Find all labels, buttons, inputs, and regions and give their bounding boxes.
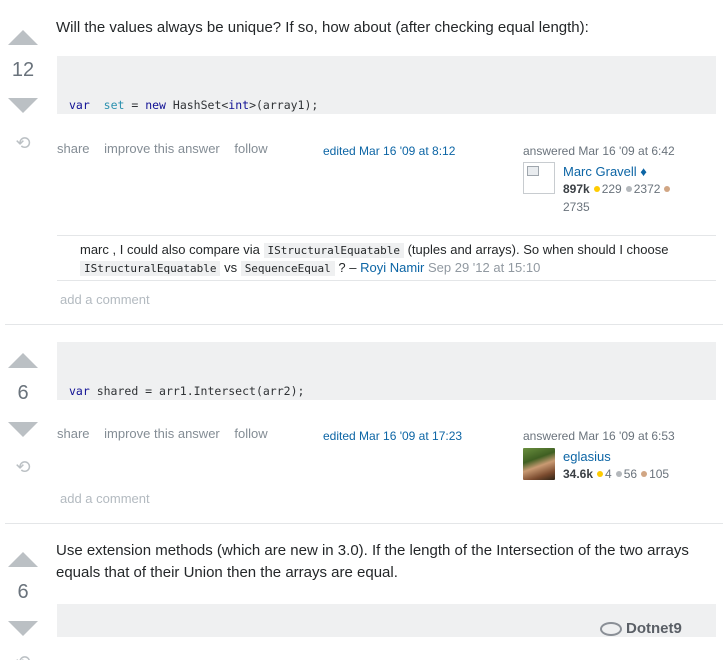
comment: marc , I could also compare via IStructu… xyxy=(80,241,710,277)
code-token: HashSet< xyxy=(165,98,229,112)
downvote-arrow-icon[interactable] xyxy=(8,98,38,113)
answer-text-line: equals that of their Union then the arra… xyxy=(56,564,398,581)
history-icon[interactable]: ⟲ xyxy=(13,133,33,153)
share-link[interactable]: share xyxy=(57,141,90,156)
share-link[interactable]: share xyxy=(57,426,90,441)
follow-link[interactable]: follow xyxy=(234,426,267,441)
code-token: set xyxy=(103,98,125,112)
silver-badge-count: 2372 xyxy=(633,182,661,196)
comment-text: (tuples and arrays). So when should I ch… xyxy=(403,242,669,257)
edited-link[interactable]: edited Mar 16 '09 at 17:23 xyxy=(323,429,462,443)
silver-badge-icon xyxy=(625,186,632,193)
upvote-arrow-icon[interactable] xyxy=(8,353,38,368)
follow-link[interactable]: follow xyxy=(234,141,267,156)
comments-divider xyxy=(57,235,716,236)
code-block: var shared = arr1.Intersect(arr2); bool … xyxy=(57,342,716,400)
user-name-link[interactable]: eglasius xyxy=(563,449,611,464)
inline-code: SequenceEqual xyxy=(240,261,335,276)
vote-count: 6 xyxy=(17,581,29,603)
code-token: >(array1); xyxy=(249,98,319,112)
watermark-text: Dotnet9 xyxy=(626,620,682,637)
post-menu: share improve this answer follow xyxy=(57,426,279,441)
answer-body-text: Use extension methods (which are new in … xyxy=(56,540,689,584)
answer-text-line: Use extension methods (which are new in … xyxy=(56,542,689,559)
comment-text: marc , I could also compare via xyxy=(80,242,264,257)
inline-code: IStructuralEquatable xyxy=(80,261,221,276)
vote-count: 12 xyxy=(11,59,35,81)
silver-badge-icon xyxy=(615,471,622,478)
code-block: var set = new HashSet<int>(array1); bool… xyxy=(57,56,716,114)
history-icon[interactable]: ⟲ xyxy=(13,457,33,477)
improve-answer-link[interactable]: improve this answer xyxy=(104,141,220,156)
inline-code: IStructuralEquatable xyxy=(263,243,404,258)
bronze-badge-count: 2735 xyxy=(563,200,590,214)
reputation-score: 34.6k xyxy=(563,467,594,481)
answered-time: answered Mar 16 '09 at 6:53 xyxy=(523,429,675,443)
code-token: new xyxy=(145,98,166,112)
user-reputation: 34.6k 4 56 105 xyxy=(563,465,713,483)
watermark: Dotnet9 xyxy=(600,620,682,637)
post-menu: share improve this answer follow xyxy=(57,141,279,156)
wechat-icon xyxy=(600,622,622,637)
code-token: = xyxy=(124,98,146,112)
improve-answer-link[interactable]: improve this answer xyxy=(104,426,220,441)
bronze-badge-icon xyxy=(641,471,648,478)
code-line: var set = new HashSet<int>(array1); xyxy=(69,97,704,114)
gold-badge-count: 229 xyxy=(601,182,622,196)
comment-user-link[interactable]: Royi Namir xyxy=(360,260,424,275)
history-icon[interactable]: ⟲ xyxy=(13,652,33,660)
answer-2: 6 ⟲ var shared = arr1.Intersect(arr2); b… xyxy=(0,325,723,523)
reputation-score: 897k xyxy=(563,182,590,196)
comment-text: vs xyxy=(220,260,241,275)
comment-text: ? – xyxy=(334,260,361,275)
user-name-link[interactable]: Marc Gravell ♦ xyxy=(563,164,647,179)
code-line: var shared = arr1.Intersect(arr2); xyxy=(69,383,704,400)
upvote-arrow-icon[interactable] xyxy=(8,30,38,45)
gold-badge-count: 4 xyxy=(605,467,612,481)
edited-link[interactable]: edited Mar 16 '09 at 8:12 xyxy=(323,144,455,158)
downvote-arrow-icon[interactable] xyxy=(8,422,38,437)
comment-date[interactable]: Sep 29 '12 at 15:10 xyxy=(424,260,540,275)
vote-count: 6 xyxy=(17,382,29,404)
broken-image-icon[interactable] xyxy=(523,162,555,194)
user-reputation: 897k 229 2372 2735 xyxy=(563,180,713,216)
add-comment-link[interactable]: add a comment xyxy=(60,491,150,506)
user-avatar[interactable] xyxy=(523,448,555,480)
answer-1: 12 ⟲ Will the values always be unique? I… xyxy=(0,0,723,324)
gold-badge-icon xyxy=(597,471,604,478)
code-token: var xyxy=(69,384,90,398)
code-token: int xyxy=(228,98,250,112)
answer-body-text: Will the values always be unique? If so,… xyxy=(56,19,589,36)
bronze-badge-count: 105 xyxy=(649,467,670,481)
code-token: var xyxy=(69,98,90,112)
bronze-badge-icon xyxy=(664,186,671,193)
comments-divider xyxy=(57,280,716,281)
upvote-arrow-icon[interactable] xyxy=(8,552,38,567)
gold-badge-icon xyxy=(593,186,600,193)
code-token: shared = arr1.Intersect(arr2); xyxy=(89,384,305,398)
answered-time: answered Mar 16 '09 at 6:42 xyxy=(523,144,675,158)
answer-3: 6 ⟲ Use extension methods (which are new… xyxy=(0,524,723,660)
add-comment-link[interactable]: add a comment xyxy=(60,292,150,307)
downvote-arrow-icon[interactable] xyxy=(8,621,38,636)
silver-badge-count: 56 xyxy=(623,467,638,481)
